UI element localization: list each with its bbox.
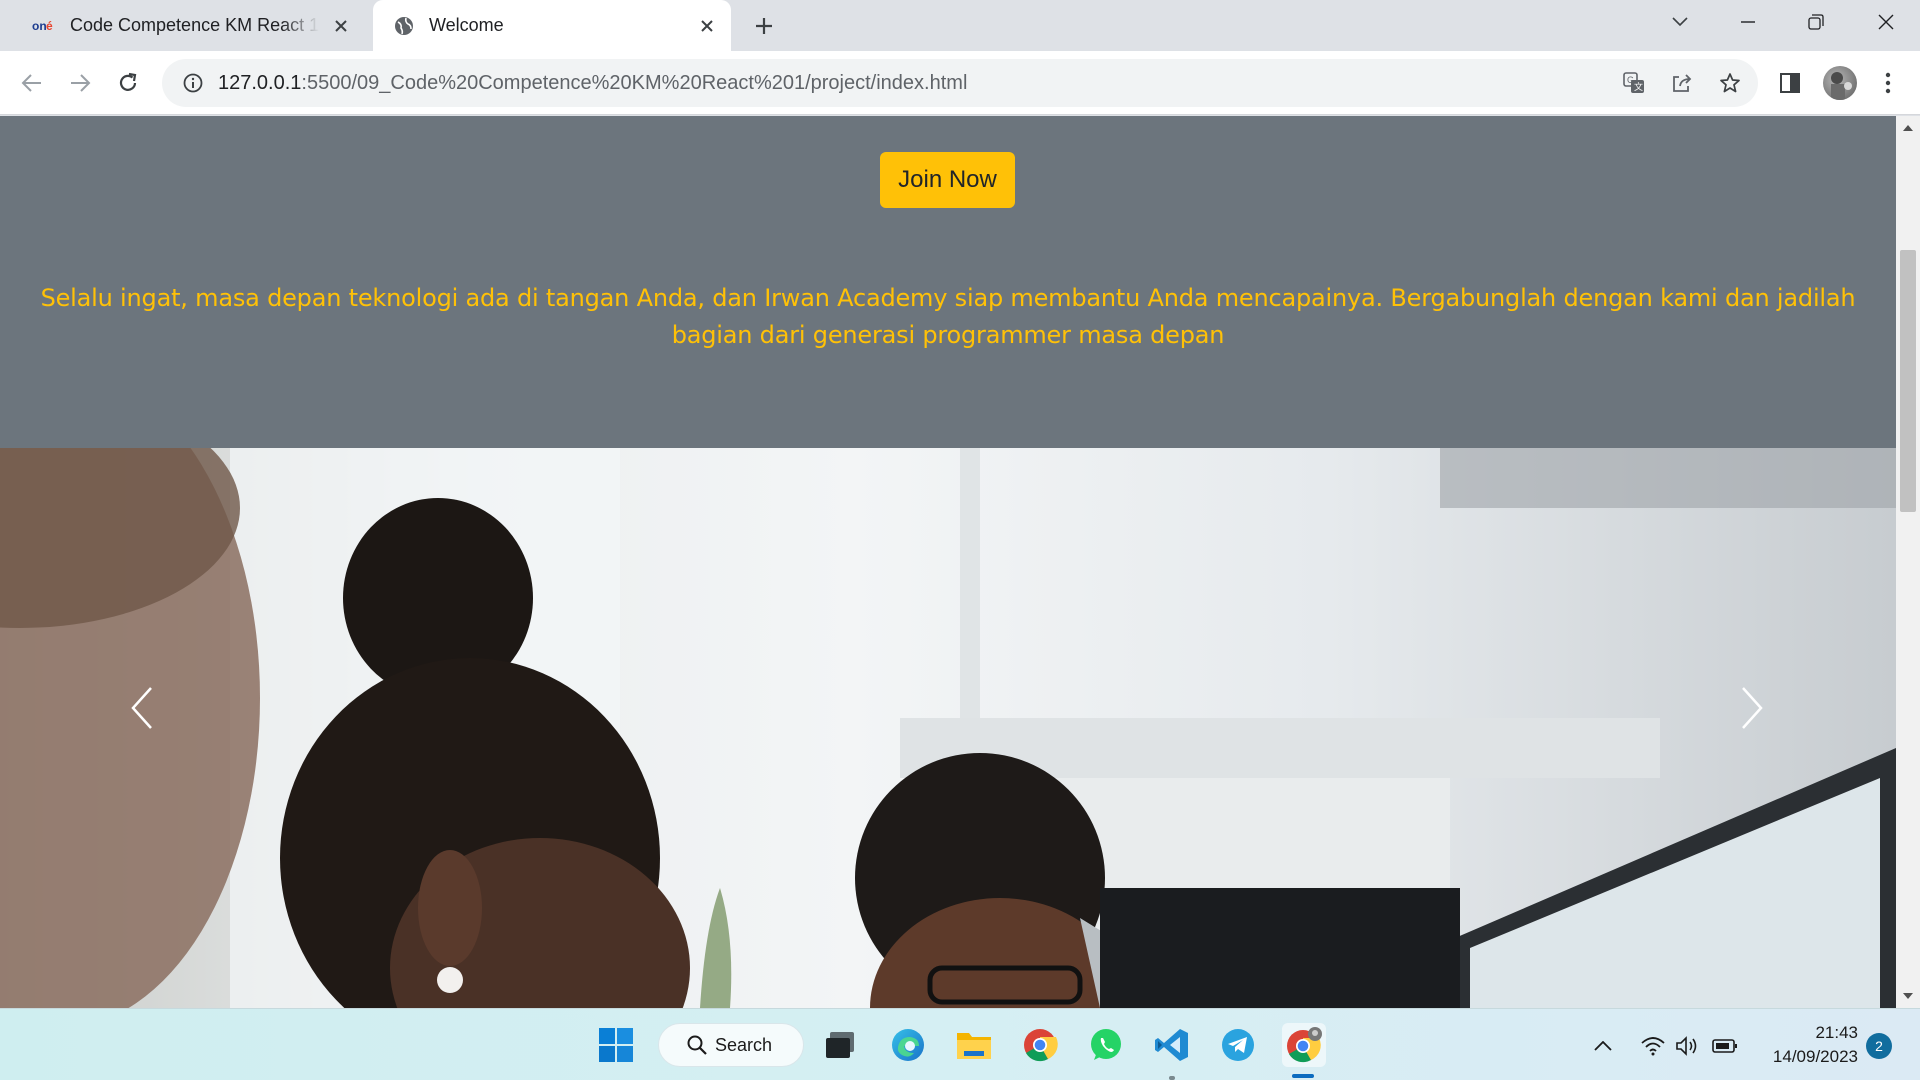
minimize-button[interactable] [1728, 6, 1768, 38]
carousel-next-icon[interactable] [1722, 648, 1782, 768]
notification-badge[interactable]: 2 [1866, 1033, 1892, 1059]
volume-icon[interactable] [1672, 1031, 1702, 1061]
one-logo-icon: on é [32, 16, 58, 36]
svg-text:on: on [32, 19, 47, 33]
url-text: 127.0.0.1:5500/09_Code%20Competence%20KM… [218, 72, 967, 95]
close-window-button[interactable] [1866, 6, 1906, 38]
close-tab-icon[interactable] [693, 12, 721, 40]
carousel-photo [0, 448, 1896, 1008]
active-app-indicator [1292, 1074, 1314, 1078]
kebab-menu-icon[interactable] [1870, 65, 1906, 101]
bookmark-star-icon[interactable] [1712, 65, 1748, 101]
side-panel-icon[interactable] [1772, 65, 1808, 101]
forward-button[interactable] [62, 65, 98, 101]
scroll-down-arrow-icon[interactable] [1902, 990, 1914, 1002]
search-label: Search [715, 1034, 773, 1055]
tab-strip: on é Code Competence KM React 1 – Welcome [0, 0, 1920, 51]
file-explorer-icon[interactable] [952, 1023, 996, 1067]
tagline-text: Selalu ingat, masa depan teknologi ada d… [40, 284, 1856, 349]
clock-date: 14/09/2023 [1772, 1047, 1858, 1066]
back-button[interactable] [14, 65, 50, 101]
tab-welcome[interactable]: Welcome [373, 0, 731, 51]
join-now-button[interactable]: Join Now [880, 152, 1015, 208]
telegram-icon[interactable] [1216, 1023, 1260, 1067]
globe-icon [391, 16, 417, 36]
svg-text:é: é [46, 19, 53, 33]
address-bar[interactable]: 127.0.0.1:5500/09_Code%20Competence%20KM… [162, 59, 1758, 107]
running-app-indicator [1169, 1076, 1175, 1080]
chrome-icon[interactable] [1018, 1023, 1062, 1067]
search-icon [687, 1035, 707, 1055]
close-tab-icon[interactable] [327, 12, 355, 40]
url-host: 127.0.0.1 [218, 71, 302, 94]
tab-title: Code Competence KM React 1 – [70, 15, 319, 35]
tab-code-competence[interactable]: on é Code Competence KM React 1 – [20, 0, 365, 51]
new-tab-button[interactable] [748, 10, 780, 42]
scrollbar-thumb[interactable] [1900, 250, 1916, 512]
edge-icon[interactable] [886, 1023, 930, 1067]
profile-avatar[interactable] [1823, 66, 1857, 100]
carousel-prev-icon[interactable] [112, 648, 172, 768]
url-path: :5500/09_Code%20Competence%20KM%20React%… [301, 71, 968, 94]
tab-search-chevron-icon[interactable] [1660, 6, 1700, 38]
task-view-icon[interactable] [818, 1023, 862, 1067]
windows-taskbar: Search 21:43 14/09/2023 2 [0, 1008, 1920, 1080]
tab-title: Welcome [429, 15, 504, 35]
clock-time: 21:43 [1815, 1023, 1858, 1042]
show-hidden-icons-chevron-icon[interactable] [1588, 1031, 1618, 1061]
browser-toolbar: 127.0.0.1:5500/09_Code%20Competence%20KM… [0, 51, 1920, 115]
share-icon[interactable] [1664, 65, 1700, 101]
page-viewport: Join Now Selalu ingat, masa depan teknol… [0, 116, 1896, 1008]
vscode-icon[interactable] [1150, 1023, 1194, 1067]
site-info-icon[interactable] [178, 68, 208, 98]
svg-text:文: 文 [1634, 81, 1643, 92]
battery-icon[interactable] [1710, 1031, 1740, 1061]
reload-button[interactable] [110, 65, 146, 101]
vertical-scrollbar[interactable] [1896, 116, 1920, 1008]
image-carousel [0, 448, 1896, 1008]
taskbar-clock[interactable]: 21:43 14/09/2023 [1756, 1021, 1858, 1069]
wifi-icon[interactable] [1638, 1031, 1668, 1061]
taskbar-search-box[interactable]: Search [658, 1023, 804, 1067]
translate-icon[interactable]: G文 [1616, 65, 1652, 101]
whatsapp-icon[interactable] [1084, 1023, 1128, 1067]
windows-start-icon[interactable] [594, 1023, 638, 1067]
restore-button[interactable] [1796, 6, 1836, 38]
chrome-profile-icon[interactable] [1282, 1023, 1326, 1067]
scroll-up-arrow-icon[interactable] [1902, 122, 1914, 134]
